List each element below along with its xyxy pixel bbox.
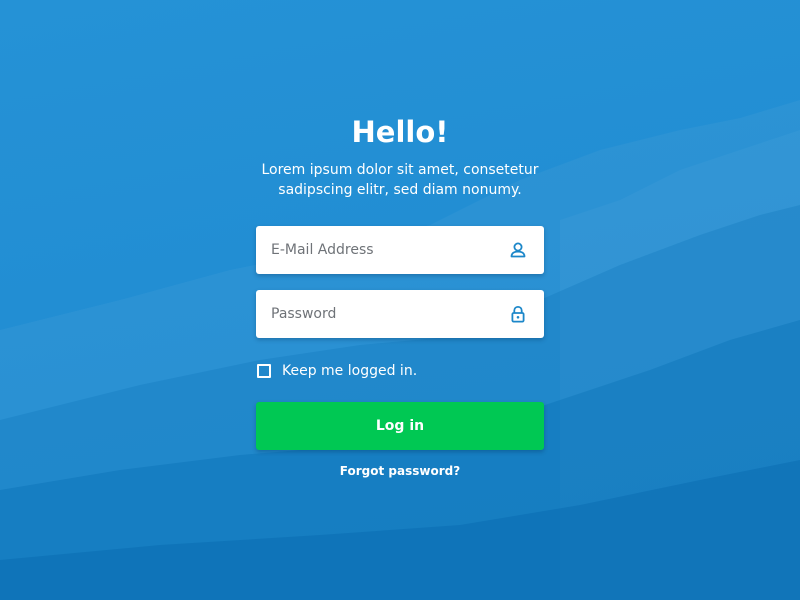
subtitle-line-1: Lorem ipsum dolor sit amet, consetetur — [261, 162, 539, 178]
page-subtitle: Lorem ipsum dolor sit amet, consetetur s… — [240, 160, 560, 200]
login-screen: Hello! Lorem ipsum dolor sit amet, conse… — [0, 0, 800, 600]
password-field-container — [256, 290, 544, 338]
keep-logged-in-checkbox[interactable] — [257, 364, 271, 378]
keep-logged-in-option[interactable]: Keep me logged in. — [256, 360, 417, 382]
email-field-container — [256, 226, 544, 274]
user-icon — [510, 242, 526, 258]
forgot-password-link[interactable]: Forgot password? — [0, 462, 800, 480]
keep-logged-in-label: Keep me logged in. — [282, 363, 418, 379]
lock-icon — [511, 305, 525, 323]
subtitle-line-2: sadipscing elitr, sed diam nonumy. — [278, 182, 522, 198]
login-button[interactable]: Log in — [256, 402, 544, 450]
email-input[interactable] — [256, 226, 496, 274]
page-title: Hello! — [351, 115, 449, 149]
password-input[interactable] — [256, 290, 496, 338]
